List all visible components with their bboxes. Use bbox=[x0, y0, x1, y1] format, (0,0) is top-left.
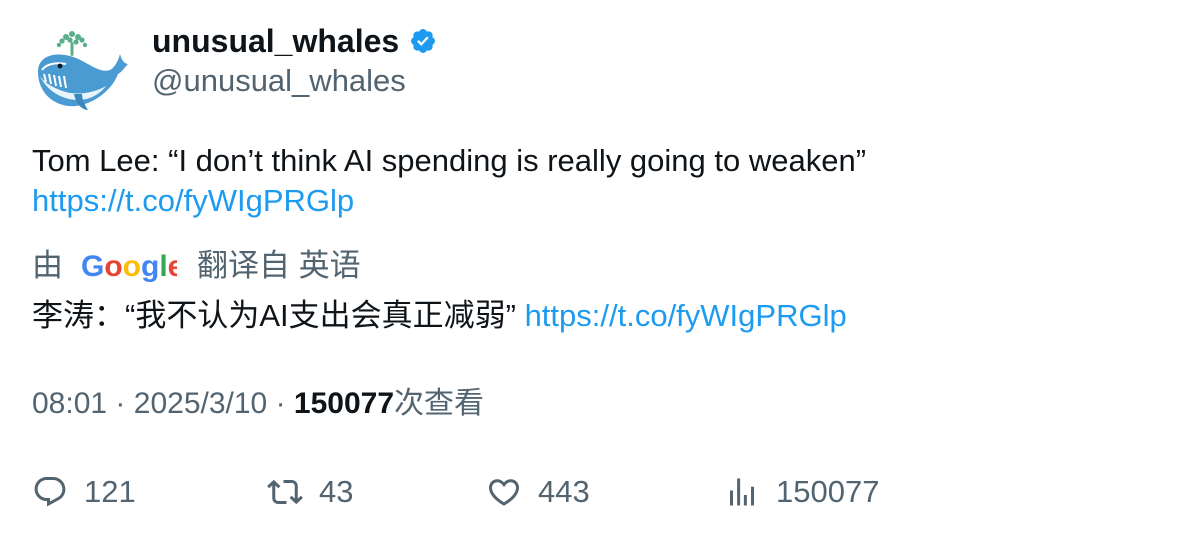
translated-link[interactable]: https://t.co/fyWIgPRGlp bbox=[525, 298, 847, 333]
tweet-body: Tom Lee: “I don’t think AI spending is r… bbox=[32, 143, 867, 178]
translated-text: 李涛：“我不认为AI支出会真正减弱” https://t.co/fyWIgPRG… bbox=[32, 296, 847, 336]
tweet-date[interactable]: 2025/3/10 bbox=[134, 387, 267, 420]
retweet-icon bbox=[267, 479, 303, 505]
author-handle[interactable]: @unusual_whales bbox=[152, 62, 406, 100]
meta-separator: · bbox=[275, 387, 286, 420]
retweet-count: 43 bbox=[319, 474, 354, 509]
verified-badge-icon bbox=[411, 29, 436, 53]
whale-logo-icon bbox=[38, 31, 128, 110]
reply-count: 121 bbox=[84, 474, 136, 509]
views-action-count: 150077 bbox=[776, 474, 880, 509]
google-logo-icon: Google bbox=[81, 250, 177, 283]
like-button[interactable]: 443 bbox=[486, 470, 590, 514]
retweet-button[interactable]: 43 bbox=[267, 470, 353, 514]
tweet-meta: 08:01 · 2025/3/10 · 150077次查看 bbox=[32, 384, 484, 424]
bar-chart-icon bbox=[730, 478, 754, 506]
translation-attribution: 由 Google 翻译自 英语 bbox=[32, 246, 361, 286]
translation-prefix: 由 bbox=[32, 248, 63, 283]
avatar[interactable] bbox=[32, 24, 128, 114]
tweet-time[interactable]: 08:01 bbox=[32, 387, 107, 420]
google-logo: Google bbox=[81, 246, 177, 286]
reply-button[interactable]: 121 bbox=[32, 470, 136, 514]
translation-suffix[interactable]: 翻译自 英语 bbox=[197, 246, 361, 286]
views-button[interactable]: 150077 bbox=[724, 470, 879, 514]
tweet-link[interactable]: https://t.co/fyWIgPRGlp bbox=[32, 183, 354, 218]
author-name-row: unusual_whales bbox=[152, 22, 437, 60]
like-count: 443 bbox=[538, 474, 590, 509]
author-display-name[interactable]: unusual_whales bbox=[152, 22, 399, 60]
meta-separator: · bbox=[115, 387, 126, 420]
reply-icon bbox=[34, 477, 66, 507]
tweet-text: Tom Lee: “I don’t think AI spending is r… bbox=[32, 141, 1162, 221]
translated-body: 李涛：“我不认为AI支出会真正减弱” bbox=[32, 298, 516, 333]
svg-text:Google: Google bbox=[81, 250, 177, 283]
heart-icon bbox=[488, 479, 520, 506]
views-label: 次查看 bbox=[394, 387, 485, 420]
views-count: 150077 bbox=[293, 387, 395, 420]
action-bar: 121 43 443 150077 bbox=[32, 470, 1162, 514]
